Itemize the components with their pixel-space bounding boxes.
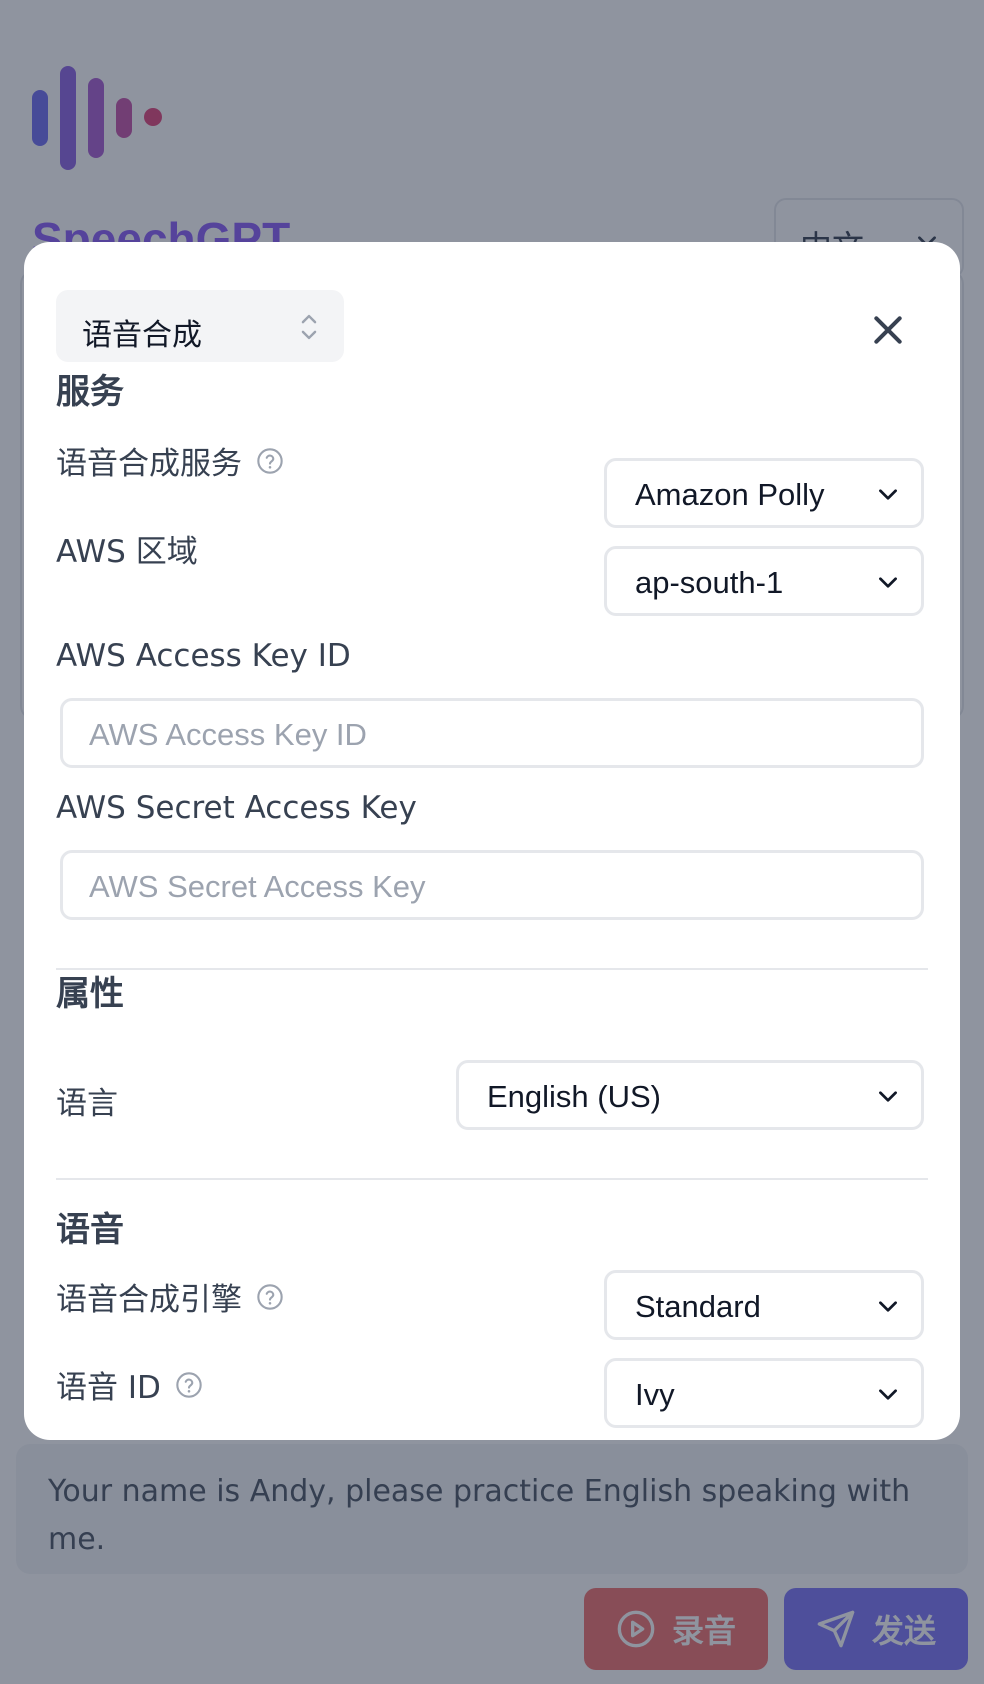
help-circle-icon[interactable] <box>175 1371 203 1399</box>
settings-modal: 语音合成 服务 语音合成服务 Amazon Polly AWS 区域 ap-so… <box>24 242 960 1440</box>
chevron-down-icon <box>879 577 897 588</box>
properties-section-title-text: 属性 <box>56 974 124 1014</box>
service-section-title: 服务 <box>56 372 124 412</box>
tts-service-label: 语音合成服务 <box>56 438 284 483</box>
access-key-label: AWS Access Key ID <box>56 638 351 674</box>
voice-id-label: 语音 ID <box>56 1362 203 1407</box>
access-key-placeholder: AWS Access Key ID <box>89 717 367 752</box>
language-label-text: 语言 <box>56 1086 118 1122</box>
help-circle-icon[interactable] <box>256 1283 284 1311</box>
aws-region-select[interactable]: ap-south-1 <box>604 546 924 616</box>
voice-section-title: 语音 <box>56 1210 124 1250</box>
secret-key-input[interactable]: AWS Secret Access Key <box>60 850 924 920</box>
chevron-up-down-icon <box>301 314 317 340</box>
language-select[interactable]: English (US) <box>456 1060 924 1130</box>
aws-region-label: AWS 区域 <box>56 526 198 571</box>
aws-region-value: ap-south-1 <box>635 565 784 600</box>
engine-select[interactable]: Standard <box>604 1270 924 1340</box>
secret-key-label-text: AWS Secret Access Key <box>56 790 417 826</box>
chevron-down-icon <box>879 1389 897 1400</box>
voice-id-label-text: 语音 ID <box>56 1370 161 1406</box>
chevron-down-icon <box>879 1301 897 1312</box>
language-label: 语言 <box>56 1078 118 1123</box>
tts-service-label-text: 语音合成服务 <box>56 446 242 482</box>
settings-section-select[interactable]: 语音合成 <box>56 290 344 362</box>
access-key-label-text: AWS Access Key ID <box>56 638 351 674</box>
engine-label-text: 语音合成引擎 <box>56 1282 242 1318</box>
help-circle-icon[interactable] <box>256 447 284 475</box>
engine-value: Standard <box>635 1289 761 1324</box>
tts-service-select[interactable]: Amazon Polly <box>604 458 924 528</box>
chevron-down-icon <box>879 1091 897 1102</box>
close-icon[interactable] <box>868 310 908 350</box>
voice-id-value: Ivy <box>635 1377 675 1412</box>
chevron-down-icon <box>879 489 897 500</box>
tts-service-value: Amazon Polly <box>635 477 825 512</box>
voice-id-select[interactable]: Ivy <box>604 1358 924 1428</box>
engine-label: 语音合成引擎 <box>56 1274 284 1319</box>
secret-key-label: AWS Secret Access Key <box>56 790 417 826</box>
access-key-input[interactable]: AWS Access Key ID <box>60 698 924 768</box>
language-value: English (US) <box>487 1079 661 1114</box>
aws-region-label-text: AWS 区域 <box>56 534 198 570</box>
section-divider <box>56 968 928 970</box>
section-divider <box>56 1178 928 1180</box>
properties-section-title: 属性 <box>56 966 124 1015</box>
settings-section-value: 语音合成 <box>82 318 202 353</box>
secret-key-placeholder: AWS Secret Access Key <box>89 869 426 904</box>
